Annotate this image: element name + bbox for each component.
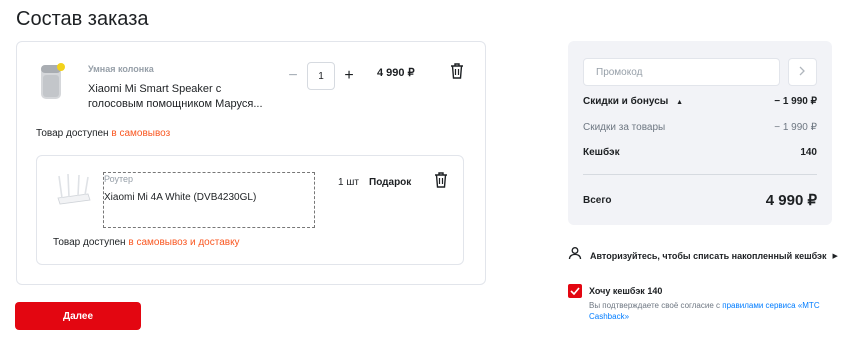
pickup-link[interactable]: в самовывоз — [111, 128, 170, 139]
quantity-stepper: − 1 + — [283, 62, 359, 90]
caret-right-icon: ▶ — [832, 252, 838, 260]
quantity-input[interactable]: 1 — [307, 62, 335, 90]
discounts-value: − 1 990 ₽ — [774, 96, 817, 107]
summary-divider — [583, 174, 817, 175]
total-value: 4 990 ₽ — [765, 192, 817, 209]
next-button[interactable]: Далее — [15, 302, 141, 330]
check-icon — [570, 282, 580, 300]
cashback-consent-note: Вы подтверждаете своё согласие с правила… — [589, 301, 820, 321]
goods-discount-label: Скидки за товары — [583, 122, 666, 133]
apply-promo-button[interactable] — [788, 58, 817, 86]
product-name-link[interactable]: Xiaomi Mi 4A White (DVB4230GL) — [104, 192, 256, 203]
product-name-link[interactable]: Xiaomi Mi Smart Speaker с голосовым помо… — [88, 82, 268, 112]
smart-speaker-image[interactable] — [36, 61, 68, 103]
router-image[interactable] — [52, 172, 94, 210]
caret-up-icon: ▲ — [676, 99, 684, 106]
product-category: Роутер — [104, 174, 134, 184]
availability-text: Товар доступен в самовывоз и доставку — [53, 237, 240, 248]
login-for-cashback-link[interactable]: Авторизуйтесь, чтобы списать накопленный… — [568, 246, 838, 265]
item-price: 4 990 ₽ — [377, 67, 415, 79]
cashback-checkbox-label[interactable]: Хочу кешбэк 140 — [589, 286, 662, 296]
page-title: Состав заказа — [16, 8, 149, 30]
trash-icon[interactable] — [434, 172, 448, 188]
cashback-label: Кешбэк — [583, 147, 620, 158]
availability-text: Товар доступен в самовывоз — [36, 128, 171, 139]
discounts-toggle[interactable]: Скидки и бонусы ▲ — [583, 96, 683, 107]
chevron-right-icon — [799, 63, 806, 81]
cashback-value: 140 — [800, 147, 817, 158]
decrease-quantity-button[interactable]: − — [283, 67, 303, 85]
increase-quantity-button[interactable]: + — [339, 67, 359, 85]
product-category: Умная колонка — [88, 64, 154, 74]
trash-icon[interactable] — [450, 63, 464, 79]
item-quantity: 1 шт — [338, 177, 359, 188]
user-icon — [568, 246, 582, 265]
goods-discount-value: − 1 990 ₽ — [774, 122, 817, 133]
promo-code-input[interactable]: Промокод — [583, 58, 780, 86]
total-label: Всего — [583, 195, 612, 206]
pickup-delivery-link[interactable]: в самовывоз и доставку — [128, 237, 239, 248]
gift-label: Подарок — [369, 177, 412, 188]
cashback-checkbox[interactable] — [568, 284, 582, 298]
